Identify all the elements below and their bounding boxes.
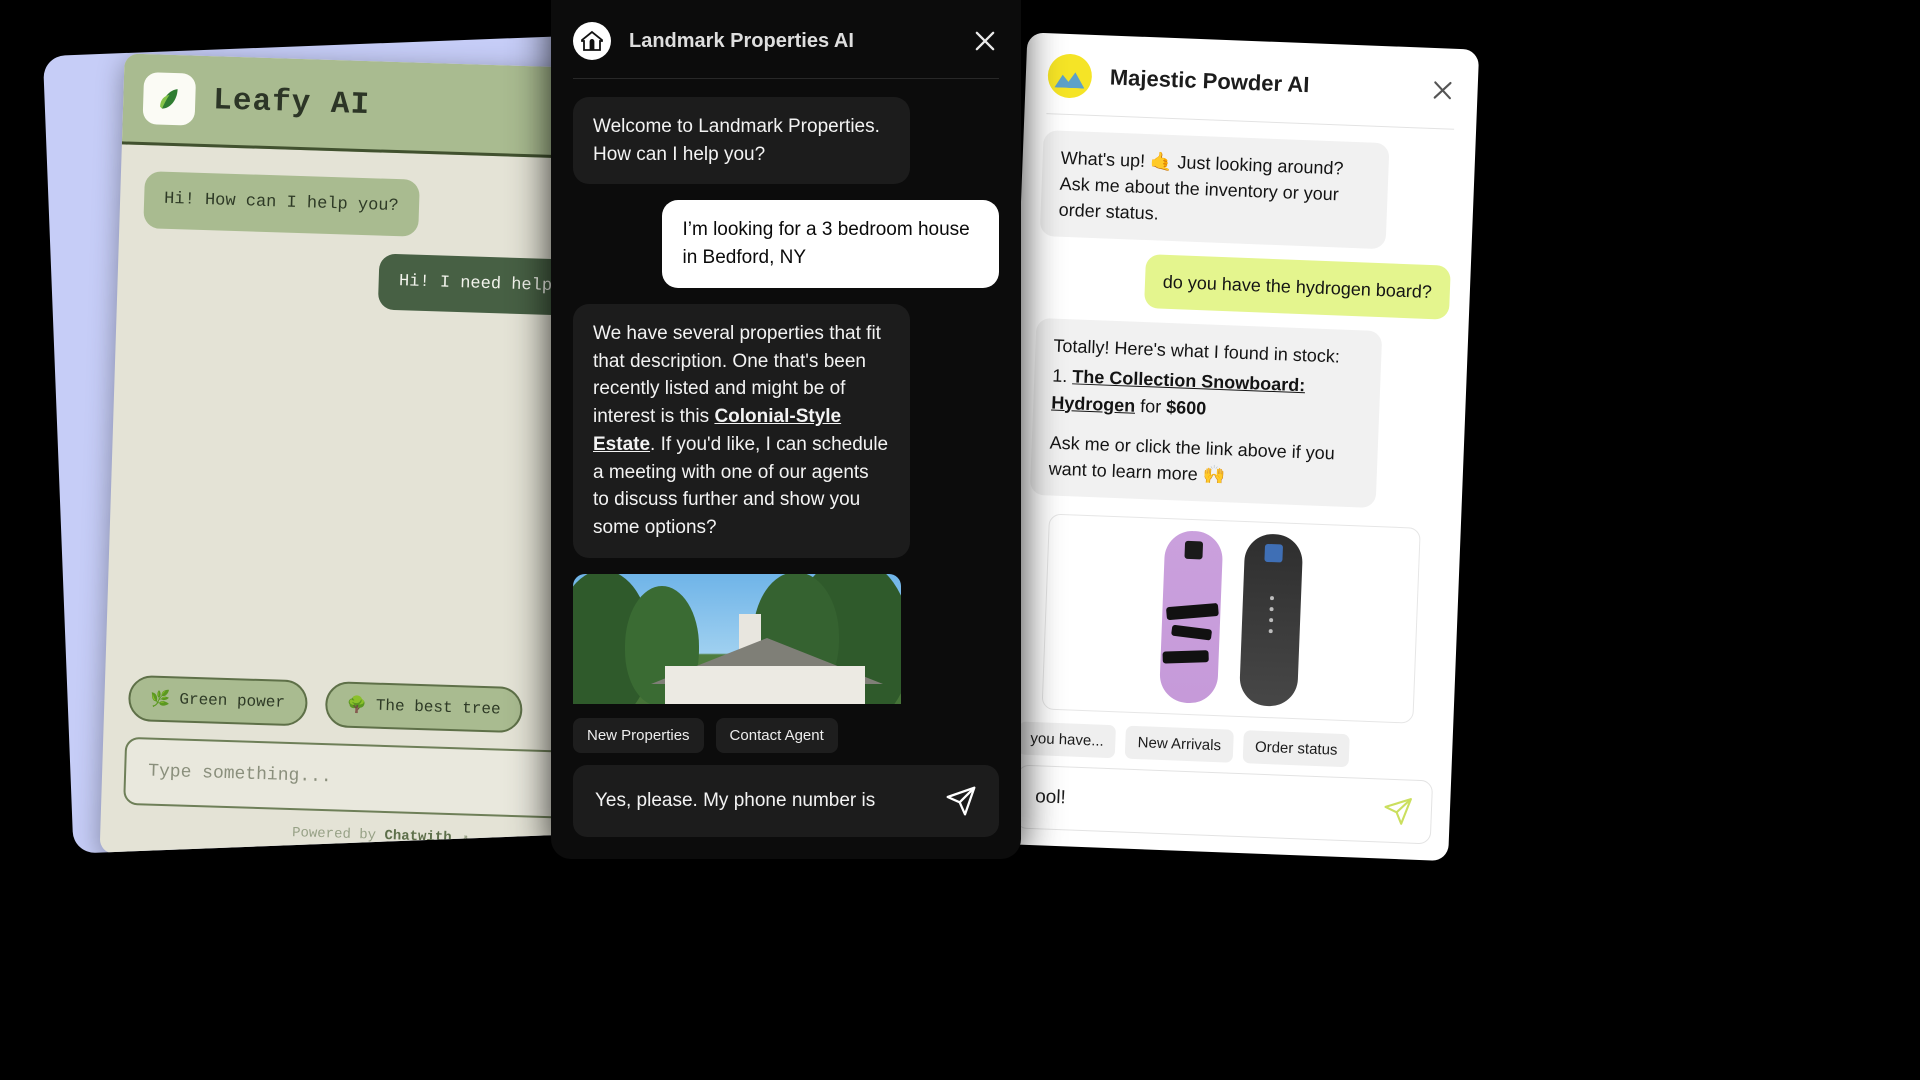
majestic-chip-order-status[interactable]: Order status [1242,730,1351,768]
close-icon[interactable] [1429,77,1456,104]
landmark-user-message: I’m looking for a 3 bedroom house in Bed… [662,200,999,288]
majestic-bot-stock-message: Totally! Here's what I found in stock: 1… [1029,318,1383,508]
chatwith-brand-link[interactable]: Chatwith [384,828,452,846]
majestic-chip-new-arrivals[interactable]: New Arrivals [1125,725,1234,763]
stock-item-price: $600 [1165,396,1207,419]
landmark-message-list: Welcome to Landmark Properties. How can … [551,79,1021,704]
majestic-powder-ai-backdrop: Majestic Powder AI What's up! 🤙 Just loo… [996,32,1527,871]
majestic-user-message: do you have the hydrogen board? [1143,254,1451,321]
property-photo-card[interactable] [573,573,901,704]
leafy-footer-prefix: Powered by [291,825,385,844]
close-icon[interactable] [971,27,999,55]
send-icon[interactable] [1382,796,1413,827]
leafy-chip-green-power[interactable]: 🌿 Green power [127,674,308,727]
product-image-card[interactable] [1041,513,1421,724]
leafy-bot-message: Hi! How can I help you? [143,171,420,237]
stock-outro: Ask me or click the link above if you wa… [1048,432,1336,485]
landmark-header: Landmark Properties AI [551,0,1021,78]
majestic-powder-ai-widget: Majestic Powder AI What's up! 🤙 Just loo… [996,32,1480,862]
snowboard-mountain-logo-icon [1047,53,1093,99]
majestic-title: Majestic Powder AI [1109,64,1310,98]
landmark-message-input[interactable]: Yes, please. My phone number is [595,790,933,812]
landmark-chip-new-properties[interactable]: New Properties [573,718,704,753]
landmark-properties-ai-widget: Landmark Properties AI Welcome to Landma… [551,0,1021,859]
stock-item-number: 1. [1051,366,1068,387]
leaf-logo-icon [142,72,197,126]
majestic-bot-welcome-message: What's up! 🤙 Just looking around? Ask me… [1039,130,1390,250]
landmark-chip-contact-agent[interactable]: Contact Agent [715,718,838,753]
landmark-input-bar[interactable]: Yes, please. My phone number is [573,765,999,837]
landmark-bot-recommendation-message: We have several properties that fit that… [573,303,910,558]
leafy-chip-best-tree[interactable]: 🌳 The best tree [324,681,524,734]
majestic-message-list: What's up! 🤙 Just looking around? Ask me… [1002,113,1477,726]
send-icon[interactable] [945,785,977,817]
majestic-message-input[interactable]: ool! [1035,786,1374,821]
landmark-quick-replies: New Properties Contact Agent [551,704,1021,765]
screenshot-stage: Leafy AI Hi! How can I help you? Hi! I n… [0,0,1920,1080]
house-facade [665,665,865,704]
tree-emoji-icon: 🌳 [346,696,368,716]
stock-item-mid: for [1134,395,1167,417]
leafy-chip-label: Green power [179,690,286,712]
snowboard-purple [1158,529,1224,704]
majestic-chip-you-have[interactable]: you have... [1017,721,1117,759]
house-arch-logo-icon [573,22,611,60]
snowboard-dark [1238,532,1304,708]
landmark-bot-welcome-message: Welcome to Landmark Properties. How can … [573,97,910,185]
landmark-title: Landmark Properties AI [629,29,854,52]
leafy-chip-label: The best tree [375,696,501,719]
leafy-footer-suffix: ↗ [451,830,469,847]
leafy-title: Leafy AI [212,82,371,123]
leaf-emoji-icon: 🌿 [150,690,171,710]
